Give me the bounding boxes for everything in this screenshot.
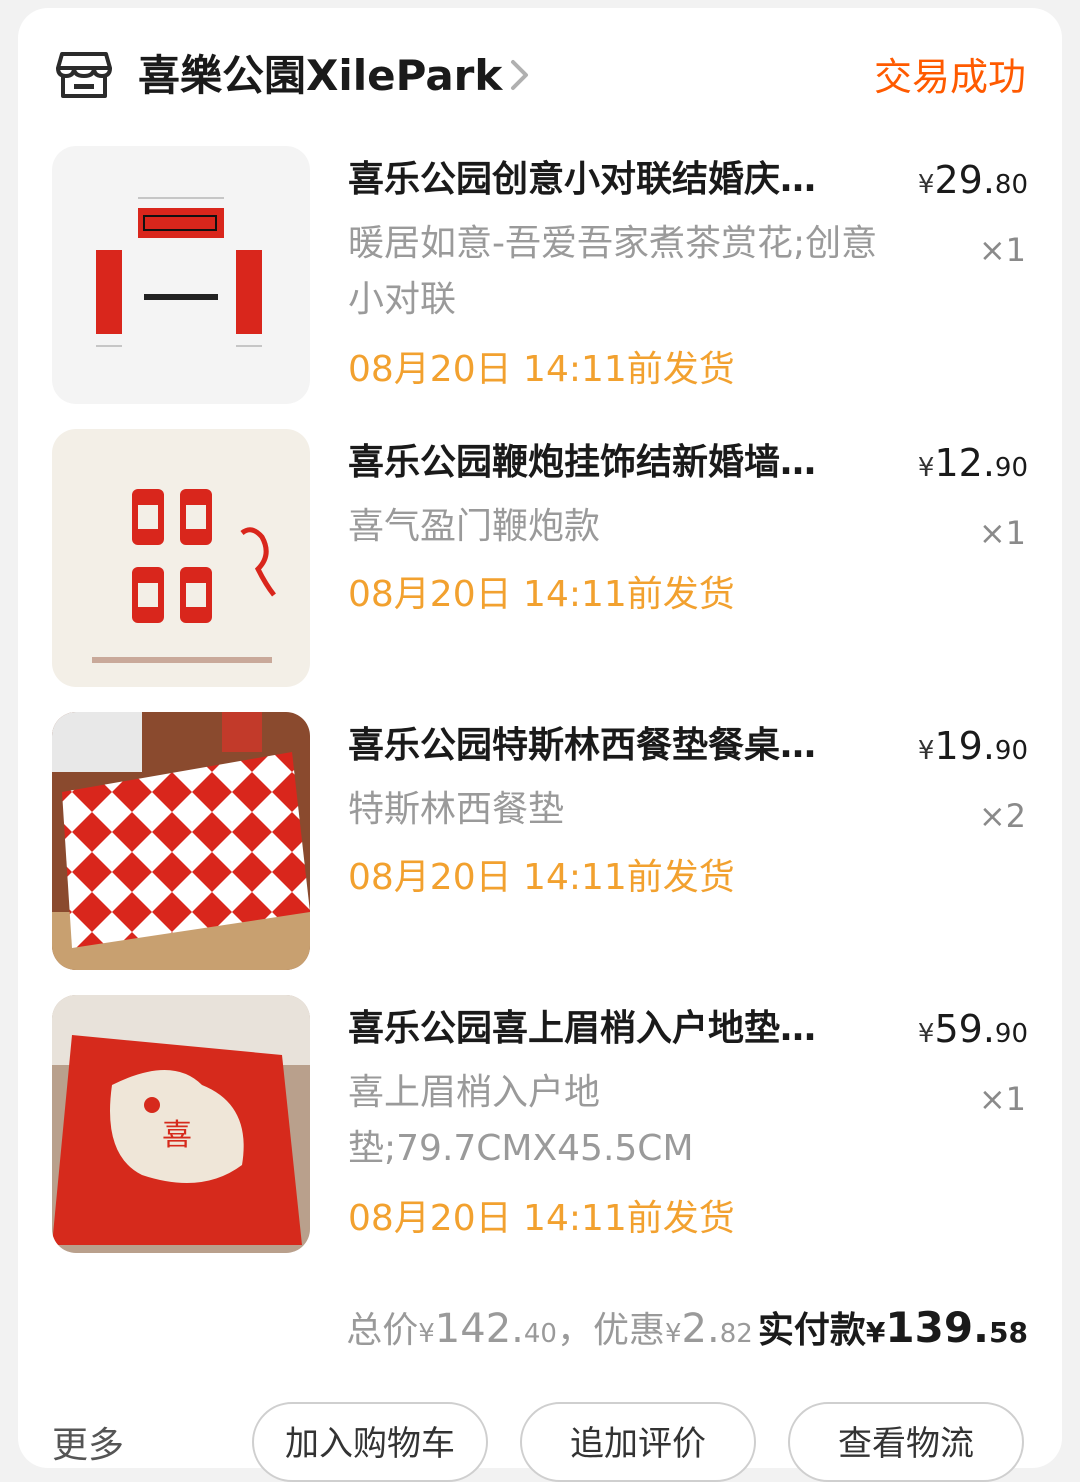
total-label: 总价 [346,1310,419,1351]
product-price: ¥12.90 [917,441,1028,485]
product-qty: ×1 [978,1080,1026,1118]
paid-label: 实付款 [757,1310,866,1351]
store-name[interactable]: 喜樂公園XilePark [138,46,502,106]
discount-label: 优惠 [592,1310,665,1351]
product-title[interactable]: 喜乐公园喜上眉梢入户地垫… [348,1001,863,1057]
product-sku: 喜气盈门鞭炮款 [348,506,601,547]
product-title[interactable]: 喜乐公园特斯林西餐垫餐桌… [348,718,863,774]
ship-deadline: 08月20日 14:11前发货 [348,1198,735,1239]
product-image[interactable]: 喜 [52,995,310,1253]
product-image[interactable] [52,146,310,404]
product-qty: ×1 [978,514,1026,552]
add-review-button[interactable]: 追加评价 [520,1402,756,1482]
product-title[interactable]: 喜乐公园创意小对联结婚庆… [348,152,863,208]
ship-deadline: 08月20日 14:11前发货 [348,574,735,615]
product-price: ¥59.90 [917,1007,1028,1051]
svg-text:喜: 喜 [162,1118,192,1153]
more-button[interactable]: 更多 [52,1426,124,1466]
order-status: 交易成功 [873,55,1026,99]
ship-deadline: 08月20日 14:11前发货 [348,857,735,898]
order-summary: 总价¥142.40，优惠¥2.82 实付款¥139.58 [346,1303,1028,1352]
total-amount: 142. [434,1306,524,1352]
product-image[interactable] [52,712,310,970]
product-price: ¥29.80 [917,158,1028,202]
product-title[interactable]: 喜乐公园鞭炮挂饰结新婚墙… [348,435,863,491]
order-item[interactable]: 喜乐公园特斯林西餐垫餐桌… 特斯林西餐垫 08月20日 14:11前发货 ¥19… [52,712,1052,972]
paid-amount: 139. [885,1303,990,1352]
chevron-right-icon[interactable] [508,57,532,93]
add-to-cart-button[interactable]: 加入购物车 [252,1402,488,1482]
product-sku: 特斯林西餐垫 [348,789,565,830]
order-item[interactable]: 喜 喜乐公园喜上眉梢入户地垫… 喜上眉梢入户地垫;79.7CMX45.5CM 0… [52,995,1052,1255]
ship-deadline: 08月20日 14:11前发货 [348,349,735,390]
product-price: ¥19.90 [917,724,1028,768]
product-sku: 喜上眉梢入户地垫;79.7CMX45.5CM [348,1072,694,1169]
order-item[interactable]: 喜乐公园创意小对联结婚庆… 暖居如意-吾爱吾家煮茶赏花;创意小对联 08月20日… [52,146,1052,406]
product-qty: ×2 [978,797,1026,835]
discount-amount: 2. [681,1306,720,1352]
product-qty: ×1 [978,231,1026,269]
order-item[interactable]: 喜乐公园鞭炮挂饰结新婚墙… 喜气盈门鞭炮款 08月20日 14:11前发货 ¥1… [52,429,1052,689]
product-image[interactable] [52,429,310,687]
product-sku: 暖居如意-吾爱吾家煮茶赏花;创意小对联 [348,223,878,320]
view-logistics-button[interactable]: 查看物流 [788,1402,1024,1482]
store-icon[interactable] [54,44,114,104]
